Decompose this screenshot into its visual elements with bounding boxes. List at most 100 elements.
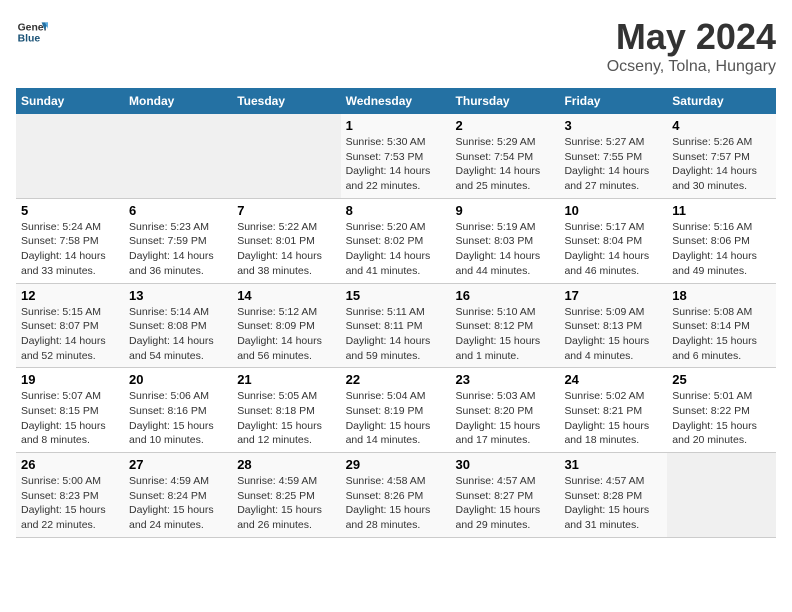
calendar-title: May 2024 (607, 16, 776, 58)
day-info: Sunrise: 5:08 AM Sunset: 8:14 PM Dayligh… (672, 305, 771, 364)
calendar-cell: 20 Sunrise: 5:06 AM Sunset: 8:16 PM Dayli… (124, 368, 232, 453)
calendar-cell: 2 Sunrise: 5:29 AM Sunset: 7:54 PM Daylig… (451, 114, 560, 198)
calendar-table: SundayMondayTuesdayWednesdayThursdayFrid… (16, 88, 776, 538)
day-number: 24 (564, 372, 662, 387)
day-info: Sunrise: 5:29 AM Sunset: 7:54 PM Dayligh… (456, 135, 555, 194)
day-number: 10 (564, 203, 662, 218)
day-number: 14 (237, 288, 335, 303)
day-info: Sunrise: 5:04 AM Sunset: 8:19 PM Dayligh… (346, 389, 446, 448)
day-info: Sunrise: 4:59 AM Sunset: 8:25 PM Dayligh… (237, 474, 335, 533)
day-info: Sunrise: 5:15 AM Sunset: 8:07 PM Dayligh… (21, 305, 119, 364)
calendar-cell (124, 114, 232, 198)
day-number: 18 (672, 288, 771, 303)
day-number: 25 (672, 372, 771, 387)
day-info: Sunrise: 5:22 AM Sunset: 8:01 PM Dayligh… (237, 220, 335, 279)
day-number: 13 (129, 288, 227, 303)
calendar-cell: 28 Sunrise: 4:59 AM Sunset: 8:25 PM Dayli… (232, 453, 340, 538)
weekday-header-sunday: Sunday (16, 88, 124, 114)
calendar-cell: 18 Sunrise: 5:08 AM Sunset: 8:14 PM Dayli… (667, 283, 776, 368)
day-number: 27 (129, 457, 227, 472)
weekday-header-monday: Monday (124, 88, 232, 114)
calendar-cell: 25 Sunrise: 5:01 AM Sunset: 8:22 PM Dayli… (667, 368, 776, 453)
weekday-header-wednesday: Wednesday (341, 88, 451, 114)
day-info: Sunrise: 5:02 AM Sunset: 8:21 PM Dayligh… (564, 389, 662, 448)
calendar-week-row: 5 Sunrise: 5:24 AM Sunset: 7:58 PM Daylig… (16, 198, 776, 283)
day-info: Sunrise: 4:59 AM Sunset: 8:24 PM Dayligh… (129, 474, 227, 533)
calendar-cell: 11 Sunrise: 5:16 AM Sunset: 8:06 PM Dayli… (667, 198, 776, 283)
day-number: 20 (129, 372, 227, 387)
calendar-cell: 4 Sunrise: 5:26 AM Sunset: 7:57 PM Daylig… (667, 114, 776, 198)
day-info: Sunrise: 5:24 AM Sunset: 7:58 PM Dayligh… (21, 220, 119, 279)
day-number: 19 (21, 372, 119, 387)
day-number: 16 (456, 288, 555, 303)
title-block: May 2024 Ocseny, Tolna, Hungary (607, 16, 776, 76)
weekday-header-row: SundayMondayTuesdayWednesdayThursdayFrid… (16, 88, 776, 114)
calendar-week-row: 12 Sunrise: 5:15 AM Sunset: 8:07 PM Dayli… (16, 283, 776, 368)
weekday-header-tuesday: Tuesday (232, 88, 340, 114)
calendar-cell: 27 Sunrise: 4:59 AM Sunset: 8:24 PM Dayli… (124, 453, 232, 538)
day-info: Sunrise: 5:12 AM Sunset: 8:09 PM Dayligh… (237, 305, 335, 364)
logo-icon: General Blue (16, 16, 48, 48)
day-number: 26 (21, 457, 119, 472)
day-info: Sunrise: 4:57 AM Sunset: 8:27 PM Dayligh… (456, 474, 555, 533)
day-info: Sunrise: 5:00 AM Sunset: 8:23 PM Dayligh… (21, 474, 119, 533)
day-number: 28 (237, 457, 335, 472)
page-header: General Blue May 2024 Ocseny, Tolna, Hun… (16, 16, 776, 76)
day-info: Sunrise: 5:16 AM Sunset: 8:06 PM Dayligh… (672, 220, 771, 279)
calendar-cell: 10 Sunrise: 5:17 AM Sunset: 8:04 PM Dayli… (559, 198, 667, 283)
day-info: Sunrise: 5:01 AM Sunset: 8:22 PM Dayligh… (672, 389, 771, 448)
day-number: 6 (129, 203, 227, 218)
weekday-header-friday: Friday (559, 88, 667, 114)
day-number: 1 (346, 118, 446, 133)
day-info: Sunrise: 5:20 AM Sunset: 8:02 PM Dayligh… (346, 220, 446, 279)
day-number: 2 (456, 118, 555, 133)
calendar-cell: 31Sunrise: 4:57 AM Sunset: 8:28 PM Dayli… (559, 453, 667, 538)
day-info: Sunrise: 5:26 AM Sunset: 7:57 PM Dayligh… (672, 135, 771, 194)
calendar-cell: 3 Sunrise: 5:27 AM Sunset: 7:55 PM Daylig… (559, 114, 667, 198)
day-info: Sunrise: 5:23 AM Sunset: 7:59 PM Dayligh… (129, 220, 227, 279)
day-info: Sunrise: 5:27 AM Sunset: 7:55 PM Dayligh… (564, 135, 662, 194)
calendar-cell: 12 Sunrise: 5:15 AM Sunset: 8:07 PM Dayli… (16, 283, 124, 368)
day-number: 11 (672, 203, 771, 218)
calendar-week-row: 26 Sunrise: 5:00 AM Sunset: 8:23 PM Dayli… (16, 453, 776, 538)
day-info: Sunrise: 5:30 AM Sunset: 7:53 PM Dayligh… (346, 135, 446, 194)
day-info: Sunrise: 5:09 AM Sunset: 8:13 PM Dayligh… (564, 305, 662, 364)
day-number: 4 (672, 118, 771, 133)
weekday-header-thursday: Thursday (451, 88, 560, 114)
day-number: 9 (456, 203, 555, 218)
day-number: 12 (21, 288, 119, 303)
calendar-cell: 15Sunrise: 5:11 AM Sunset: 8:11 PM Dayli… (341, 283, 451, 368)
calendar-week-row: 19 Sunrise: 5:07 AM Sunset: 8:15 PM Dayli… (16, 368, 776, 453)
day-number: 31 (564, 457, 662, 472)
calendar-cell: 26 Sunrise: 5:00 AM Sunset: 8:23 PM Dayli… (16, 453, 124, 538)
day-number: 30 (456, 457, 555, 472)
calendar-cell: 23 Sunrise: 5:03 AM Sunset: 8:20 PM Dayli… (451, 368, 560, 453)
calendar-cell: 14 Sunrise: 5:12 AM Sunset: 8:09 PM Dayli… (232, 283, 340, 368)
calendar-cell: 16Sunrise: 5:10 AM Sunset: 8:12 PM Dayli… (451, 283, 560, 368)
day-number: 5 (21, 203, 119, 218)
day-info: Sunrise: 5:06 AM Sunset: 8:16 PM Dayligh… (129, 389, 227, 448)
day-number: 23 (456, 372, 555, 387)
day-number: 22 (346, 372, 446, 387)
calendar-cell: 17Sunrise: 5:09 AM Sunset: 8:13 PM Dayli… (559, 283, 667, 368)
calendar-cell: 6 Sunrise: 5:23 AM Sunset: 7:59 PM Daylig… (124, 198, 232, 283)
day-number: 8 (346, 203, 446, 218)
day-info: Sunrise: 5:17 AM Sunset: 8:04 PM Dayligh… (564, 220, 662, 279)
day-number: 29 (346, 457, 446, 472)
day-number: 7 (237, 203, 335, 218)
logo: General Blue (16, 16, 50, 48)
calendar-cell: 24 Sunrise: 5:02 AM Sunset: 8:21 PM Dayli… (559, 368, 667, 453)
calendar-cell: 5 Sunrise: 5:24 AM Sunset: 7:58 PM Daylig… (16, 198, 124, 283)
day-info: Sunrise: 5:03 AM Sunset: 8:20 PM Dayligh… (456, 389, 555, 448)
day-info: Sunrise: 5:05 AM Sunset: 8:18 PM Dayligh… (237, 389, 335, 448)
day-info: Sunrise: 5:07 AM Sunset: 8:15 PM Dayligh… (21, 389, 119, 448)
calendar-cell: 7 Sunrise: 5:22 AM Sunset: 8:01 PM Daylig… (232, 198, 340, 283)
calendar-cell: 29Sunrise: 4:58 AM Sunset: 8:26 PM Dayli… (341, 453, 451, 538)
calendar-cell (16, 114, 124, 198)
calendar-cell: 13Sunrise: 5:14 AM Sunset: 8:08 PM Dayli… (124, 283, 232, 368)
calendar-body: 1 Sunrise: 5:30 AM Sunset: 7:53 PM Daylig… (16, 114, 776, 537)
calendar-cell: 22 Sunrise: 5:04 AM Sunset: 8:19 PM Dayli… (341, 368, 451, 453)
svg-text:Blue: Blue (18, 34, 41, 45)
day-number: 3 (564, 118, 662, 133)
calendar-location: Ocseny, Tolna, Hungary (607, 58, 776, 76)
